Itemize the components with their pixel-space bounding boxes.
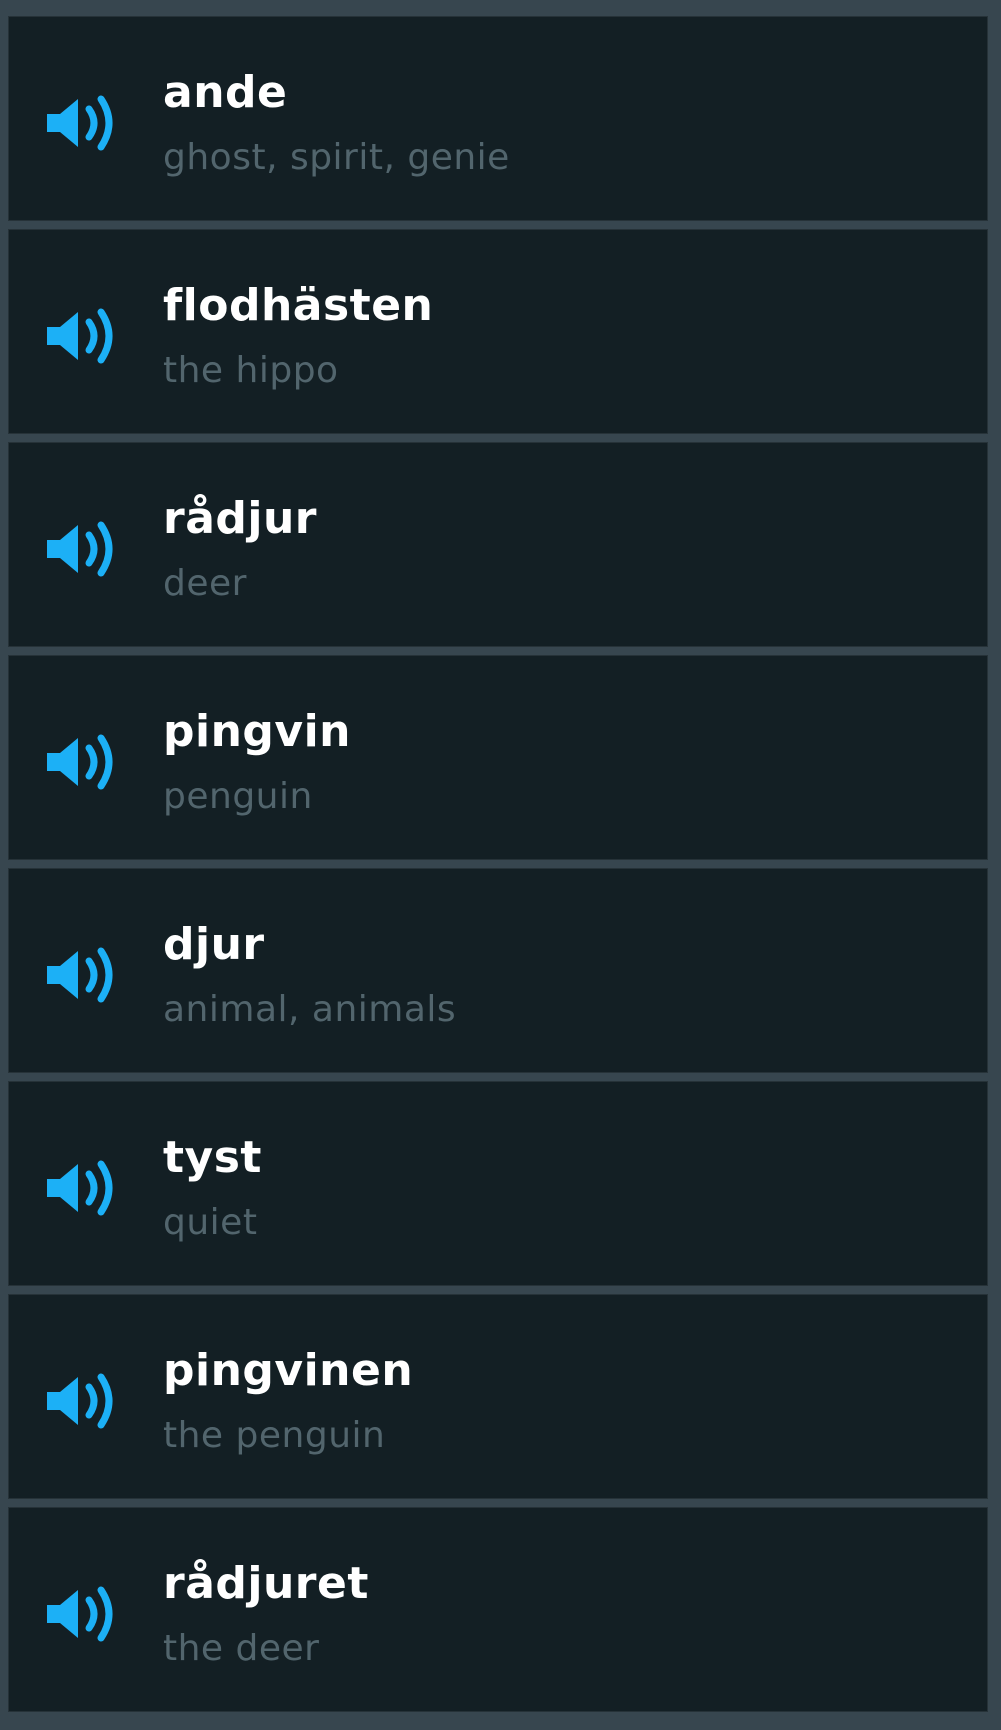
word-translation: the deer xyxy=(163,1628,320,1669)
speaker-icon[interactable] xyxy=(45,93,121,153)
word-card[interactable]: pingvinen the penguin xyxy=(8,1294,988,1499)
word-text: rådjur xyxy=(163,493,317,544)
speaker-icon[interactable] xyxy=(45,1371,121,1431)
speaker-icon[interactable] xyxy=(45,306,121,366)
word-text: pingvinen xyxy=(163,1345,414,1396)
word-translation: animal, animals xyxy=(163,989,457,1030)
word-card[interactable]: rådjuret the deer xyxy=(8,1507,988,1712)
speaker-icon[interactable] xyxy=(45,732,121,792)
word-list: ande ghost, spirit, genie flodhästen the… xyxy=(8,16,988,1720)
word-text: tyst xyxy=(163,1132,262,1183)
speaker-icon[interactable] xyxy=(45,1158,121,1218)
speaker-icon[interactable] xyxy=(45,519,121,579)
word-translation: ghost, spirit, genie xyxy=(163,137,510,178)
word-card[interactable]: flodhästen the hippo xyxy=(8,229,988,434)
word-text: pingvin xyxy=(163,706,351,757)
word-translation: quiet xyxy=(163,1202,258,1243)
word-card[interactable]: tyst quiet xyxy=(8,1081,988,1286)
word-text: flodhästen xyxy=(163,280,434,331)
word-text: ande xyxy=(163,67,288,118)
word-card[interactable]: rådjur deer xyxy=(8,442,988,647)
speaker-icon[interactable] xyxy=(45,945,121,1005)
word-text: rådjuret xyxy=(163,1558,369,1609)
word-translation: the penguin xyxy=(163,1415,386,1456)
word-card[interactable]: ande ghost, spirit, genie xyxy=(8,16,988,221)
word-translation: penguin xyxy=(163,776,313,817)
word-card[interactable]: djur animal, animals xyxy=(8,868,988,1073)
word-text: djur xyxy=(163,919,265,970)
word-card[interactable]: pingvin penguin xyxy=(8,655,988,860)
top-divider xyxy=(0,0,1001,8)
word-translation: the hippo xyxy=(163,350,339,391)
word-translation: deer xyxy=(163,563,247,604)
speaker-icon[interactable] xyxy=(45,1584,121,1644)
